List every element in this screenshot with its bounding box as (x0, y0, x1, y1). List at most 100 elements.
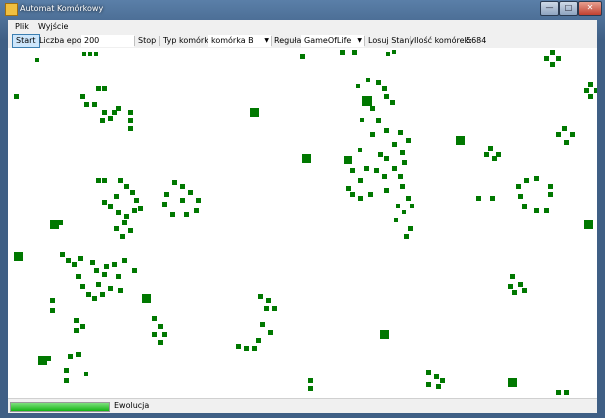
menu-wyjscie[interactable]: Wyjście (38, 22, 68, 31)
stop-button[interactable]: Stop (138, 35, 156, 47)
live-cell (358, 178, 363, 183)
live-cell (402, 160, 407, 165)
live-cell (138, 206, 143, 211)
live-cell (102, 200, 107, 205)
live-cell (112, 110, 117, 115)
live-cell (100, 118, 105, 123)
live-cell (50, 220, 59, 229)
live-cell (118, 288, 123, 293)
live-cell (158, 340, 163, 345)
live-cell (60, 252, 65, 257)
epochs-input[interactable]: 200 (81, 35, 134, 47)
live-cell (508, 378, 517, 387)
live-cell (184, 212, 189, 217)
start-button[interactable]: Start (12, 34, 40, 48)
close-button[interactable]: ✕ (578, 1, 602, 16)
menu-plik[interactable]: Plik (15, 22, 29, 31)
rule-select[interactable]: GameOfLife ▼ (301, 35, 364, 47)
live-cell (46, 356, 51, 361)
live-cell (516, 184, 521, 189)
live-cell (556, 390, 561, 395)
live-cell (116, 210, 121, 215)
live-cell (392, 166, 397, 171)
status-bar: Ewolucja (8, 398, 597, 413)
toolbar: Start Liczba epok: 200 Stop Typ komórki:… (8, 34, 597, 49)
live-cell (76, 352, 81, 357)
cell-grid-canvas[interactable] (8, 48, 597, 398)
live-cell (588, 82, 593, 87)
randomize-button[interactable]: Losuj Stany (368, 35, 414, 47)
live-cell (408, 226, 413, 231)
live-cell (236, 344, 241, 349)
live-cell (394, 218, 398, 222)
live-cell (594, 88, 597, 93)
live-cell (518, 194, 523, 199)
live-cell (360, 118, 364, 122)
live-cell (82, 52, 86, 56)
live-cell (38, 356, 47, 365)
live-cell (96, 178, 101, 183)
dropdown-arrow-icon: ▼ (357, 37, 362, 44)
live-cell (378, 152, 383, 157)
live-cell (66, 258, 71, 263)
live-cell (244, 346, 249, 351)
live-cell (426, 382, 431, 387)
cell-type-select[interactable]: komórka B ▼ (208, 35, 271, 47)
menu-bar: Plik Wyjście (8, 20, 597, 34)
live-cell (170, 212, 175, 217)
live-cell (132, 208, 137, 213)
live-cell (390, 100, 395, 105)
live-cell (118, 178, 123, 183)
live-cell (476, 196, 481, 201)
window-title: Automat Komórkowy (20, 4, 104, 13)
live-cell (158, 324, 163, 329)
live-cell (550, 50, 555, 55)
live-cell (570, 132, 575, 137)
live-cell (366, 78, 370, 82)
live-cell (72, 262, 77, 267)
live-cell (92, 102, 97, 107)
live-cell (384, 128, 389, 133)
live-cell (346, 186, 351, 191)
live-cell (352, 50, 357, 55)
live-cell (522, 288, 527, 293)
live-cell (358, 148, 362, 152)
live-cell (162, 332, 167, 337)
live-cell (268, 330, 273, 335)
live-cell (350, 192, 355, 197)
live-cell (102, 110, 107, 115)
live-cell (382, 174, 387, 179)
live-cell (518, 282, 523, 287)
live-cell (162, 202, 167, 207)
live-cell (108, 286, 113, 291)
live-cell (252, 346, 257, 351)
live-cell (258, 294, 263, 299)
live-cell (172, 180, 177, 185)
evolution-progress-bar (10, 402, 110, 412)
live-cell (406, 196, 411, 201)
live-cell (104, 264, 109, 269)
live-cell (544, 208, 549, 213)
live-cell (524, 178, 529, 183)
minimize-button[interactable]: — (540, 1, 559, 16)
dropdown-arrow-icon: ▼ (264, 37, 269, 44)
live-cell (96, 86, 101, 91)
live-cell (76, 274, 81, 279)
live-cell (122, 220, 127, 225)
live-cell (194, 208, 199, 213)
maximize-button[interactable]: □ (559, 1, 578, 16)
app-icon (5, 3, 18, 16)
live-cell (344, 156, 352, 164)
toolbar-separator (410, 36, 411, 46)
live-cell (426, 370, 431, 375)
live-cell (50, 308, 55, 313)
live-cell (508, 284, 513, 289)
live-cell (152, 332, 157, 337)
live-cell (368, 192, 373, 197)
live-cell (362, 96, 372, 106)
live-cell (364, 166, 369, 171)
live-cell (128, 118, 133, 123)
live-cell (180, 184, 185, 189)
live-cell (398, 174, 403, 179)
live-cell (584, 220, 593, 229)
